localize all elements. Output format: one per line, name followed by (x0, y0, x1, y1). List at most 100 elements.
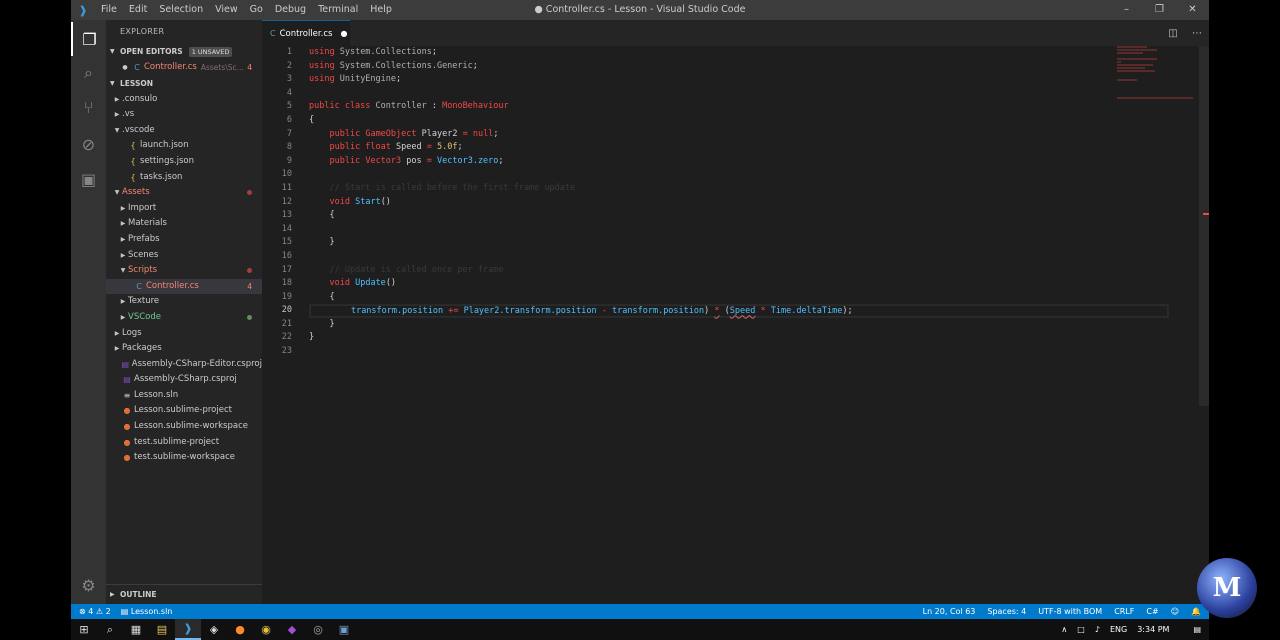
code-line[interactable]: } (309, 236, 1169, 250)
code-line[interactable] (309, 168, 1169, 182)
chevron-up-icon[interactable]: ∧ (1061, 625, 1067, 634)
tree-item[interactable]: ● test.sublime-workspace (106, 450, 262, 466)
split-editor-icon[interactable]: ◫ (1161, 28, 1185, 39)
action-center-icon[interactable]: ▤ (1193, 625, 1201, 634)
solution-indicator[interactable]: ▤ Lesson.sln (121, 607, 173, 616)
code-line[interactable] (309, 87, 1169, 101)
open-editors-header[interactable]: ▼ OPEN EDITORS 1 UNSAVED (106, 44, 262, 60)
minimize-icon[interactable]: – (1110, 0, 1143, 20)
input-language[interactable]: ENG (1110, 625, 1127, 634)
code-line[interactable]: // Update is called once per frame (309, 264, 1169, 278)
code-line[interactable]: using UnityEngine; (309, 73, 1169, 87)
tree-item[interactable]: ▶ .vs (106, 107, 262, 123)
cursor-position[interactable]: Ln 20, Col 63 (923, 607, 976, 616)
tree-item[interactable]: C Controller.cs 4 (106, 278, 262, 295)
tree-item[interactable]: ▶ Scenes (106, 248, 262, 264)
code-line[interactable]: { (309, 114, 1169, 128)
search-icon[interactable]: ⌕ (71, 56, 106, 90)
tree-item[interactable]: {launch.json (106, 138, 262, 154)
windows-start-icon[interactable]: ⊞ (71, 619, 97, 640)
tree-item[interactable]: ▶ VSCode (106, 310, 262, 326)
restore-icon[interactable]: ❐ (1143, 0, 1176, 20)
code-line[interactable] (309, 345, 1169, 359)
vscode-taskbar-icon[interactable]: ❱ (175, 619, 201, 640)
project-header[interactable]: ▼ LESSON (106, 76, 262, 92)
code-line[interactable] (309, 250, 1169, 264)
code-line[interactable]: // Start is called before the first fram… (309, 182, 1169, 196)
menu-selection[interactable]: Selection (153, 0, 209, 20)
minimap[interactable] (1117, 46, 1197, 106)
indentation[interactable]: Spaces: 4 (987, 607, 1026, 616)
code-line[interactable]: { (309, 209, 1169, 223)
tree-item[interactable]: ▶ Logs (106, 326, 262, 342)
code-line[interactable]: public GameObject Player2 = null; (309, 128, 1169, 142)
tree-item[interactable]: {tasks.json (106, 170, 262, 186)
source-control-icon[interactable]: ⑂ (71, 90, 106, 124)
tree-item[interactable]: ● Lesson.sublime-project (106, 403, 262, 419)
code-line[interactable]: } (309, 331, 1169, 345)
tree-item[interactable]: ▶ Texture (106, 294, 262, 310)
tree-item[interactable]: ▤ Assembly-CSharp-Editor.csproj (106, 357, 262, 373)
unsaved-dot-icon[interactable]: ● (340, 29, 347, 38)
files-icon[interactable]: ❐ (71, 22, 106, 56)
app-icon[interactable]: ◆ (279, 619, 305, 640)
vscode-logo-icon[interactable]: ❱ (71, 0, 95, 20)
code-line[interactable]: } (309, 318, 1169, 332)
code-line[interactable]: using System.Collections.Generic; (309, 60, 1169, 74)
open-editor-item[interactable]: ● C Controller.cs Assets\Sc... 4 (106, 60, 262, 76)
notifications-icon[interactable]: 🔔 (1191, 607, 1201, 616)
task-view-icon[interactable]: ▦ (123, 619, 149, 640)
language-mode[interactable]: C# (1146, 607, 1158, 616)
menu-view[interactable]: View (209, 0, 244, 20)
extensions-icon[interactable]: ▣ (71, 162, 106, 196)
code-editor[interactable]: 1 2 3 4 5 6 7 8 9 10 11 12 13 14 15 16 17 18 19 20 21 22 23 us… (262, 46, 1209, 604)
menu-file[interactable]: File (95, 0, 123, 20)
line-ending[interactable]: CRLF (1114, 607, 1134, 616)
menu-help[interactable]: Help (364, 0, 398, 20)
code-line[interactable]: public class Controller : MonoBehaviour (309, 100, 1169, 114)
code-line[interactable]: void Update() (309, 277, 1169, 291)
menu-terminal[interactable]: Terminal (312, 0, 364, 20)
code-line[interactable]: { (309, 291, 1169, 305)
tree-item[interactable]: ▶ Prefabs (106, 232, 262, 248)
outline-section[interactable]: ▶ OUTLINE (106, 584, 262, 604)
tree-item[interactable]: ▶ Packages (106, 341, 262, 357)
tree-item[interactable]: ▼ Scripts (106, 263, 262, 279)
vertical-scrollbar[interactable] (1199, 46, 1209, 406)
gear-icon[interactable]: ⚙ (71, 568, 106, 602)
unity-icon[interactable]: ◈ (201, 619, 227, 640)
tree-item[interactable]: ≡ Lesson.sln (106, 388, 262, 404)
debug-icon[interactable]: ⊘ (71, 127, 106, 161)
code-line[interactable]: public float Speed = 5.0f; (309, 141, 1169, 155)
menu-go[interactable]: Go (244, 0, 269, 20)
unsaved-dot-icon[interactable]: ● (120, 60, 130, 76)
network-icon[interactable]: □ (1077, 625, 1085, 634)
code-line-current[interactable]: transform.position += Player2.transform.… (309, 304, 1169, 318)
file-explorer-icon[interactable]: ▤ (149, 619, 175, 640)
app-icon[interactable]: ◎ (305, 619, 331, 640)
volume-icon[interactable]: ♪ (1095, 625, 1100, 634)
problems-indicator[interactable]: ⊗ 4 ⚠ 2 (79, 607, 111, 616)
tree-item[interactable]: ▤ Assembly-CSharp.csproj (106, 372, 262, 388)
tree-item[interactable]: ● test.sublime-project (106, 435, 262, 451)
tab-controller-cs[interactable]: C Controller.cs ● (262, 20, 350, 46)
tree-item[interactable]: ● Lesson.sublime-workspace (106, 419, 262, 435)
tree-item[interactable]: ▶ Import (106, 201, 262, 217)
chrome-icon[interactable]: ◉ (253, 619, 279, 640)
firefox-icon[interactable]: ● (227, 619, 253, 640)
tree-item[interactable]: {settings.json (106, 154, 262, 170)
clock[interactable]: 3:34 PM (1137, 625, 1169, 634)
more-actions-icon[interactable]: ⋯ (1185, 28, 1209, 39)
tree-item[interactable]: ▼ Assets (106, 185, 262, 201)
app-icon[interactable]: ▣ (331, 619, 357, 640)
code-line[interactable]: void Start() (309, 196, 1169, 210)
close-icon[interactable]: ✕ (1176, 0, 1209, 20)
code-line[interactable]: public Vector3 pos = Vector3.zero; (309, 155, 1169, 169)
menu-debug[interactable]: Debug (269, 0, 312, 20)
tree-item[interactable]: ▼ .vscode (106, 123, 262, 139)
code-line[interactable] (309, 223, 1169, 237)
code-content[interactable]: using System.Collections; using System.C… (309, 46, 1169, 359)
tree-item[interactable]: ▶ .consulo (106, 92, 262, 108)
menu-edit[interactable]: Edit (123, 0, 153, 20)
tree-item[interactable]: ▶ Materials (106, 216, 262, 232)
